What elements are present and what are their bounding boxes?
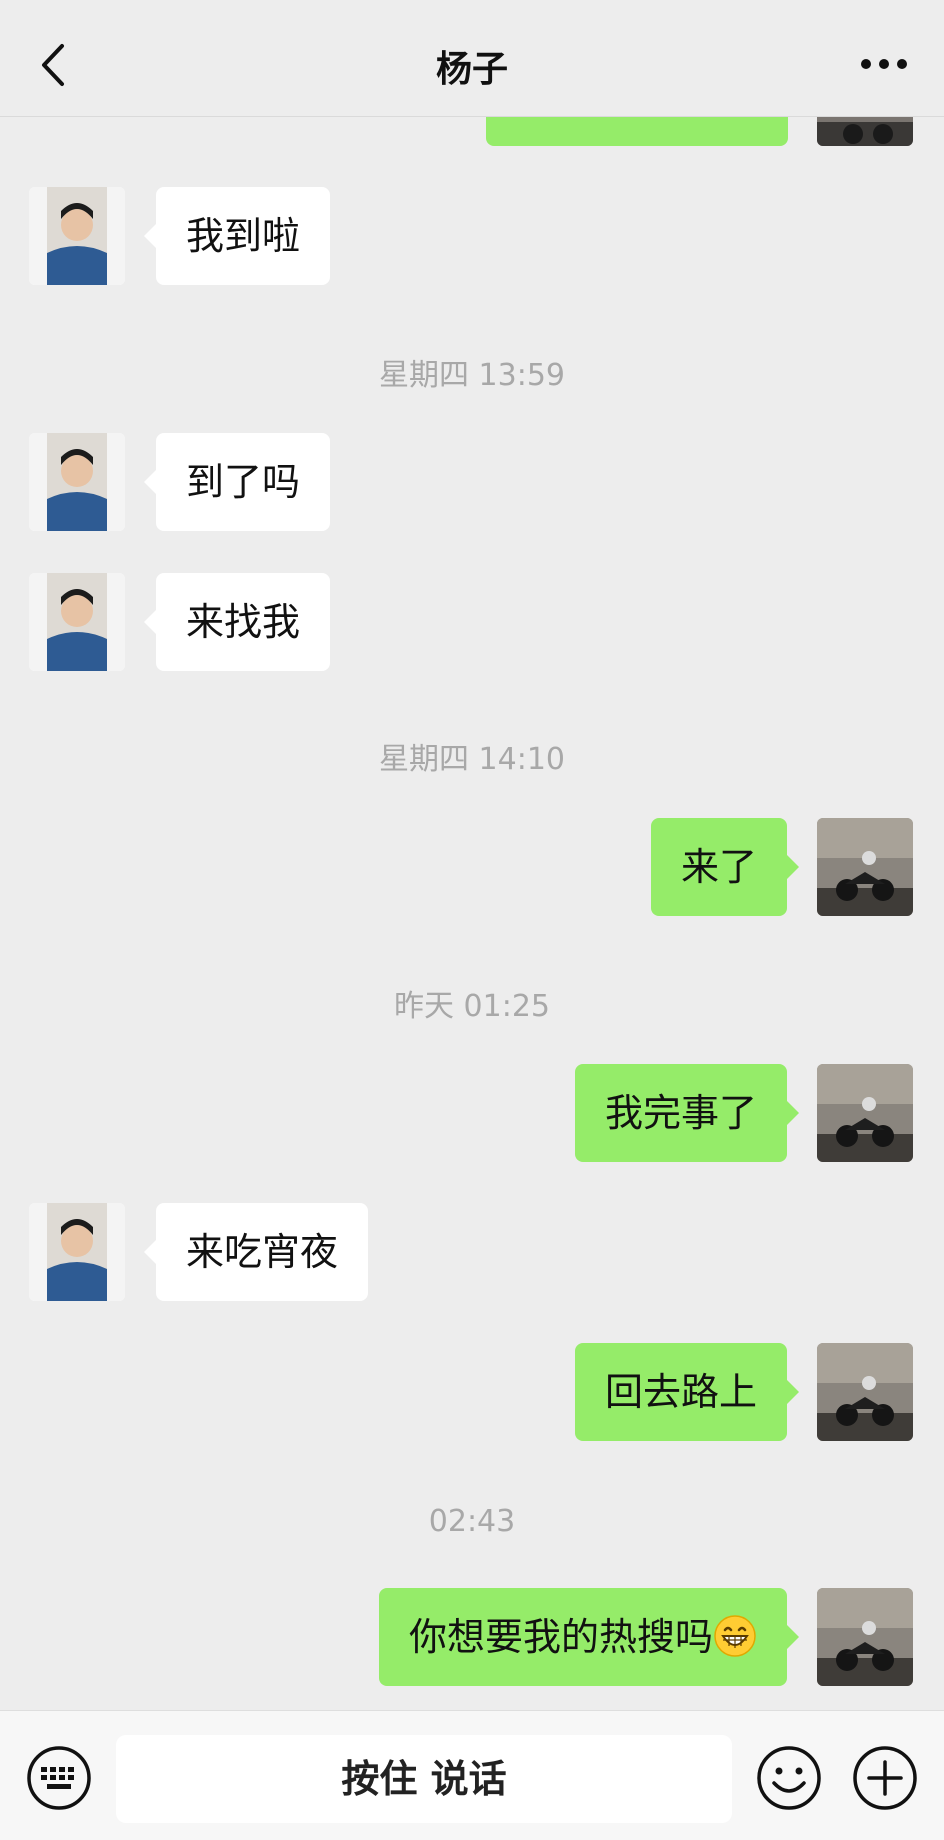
smiley-icon[interactable] (756, 1745, 822, 1811)
keyboard-icon[interactable] (26, 1745, 92, 1811)
avatar-self[interactable] (817, 1588, 913, 1686)
plus-icon[interactable] (852, 1745, 918, 1811)
timestamp: 02:43 (428, 1504, 516, 1539)
avatar-contact[interactable] (29, 573, 125, 671)
avatar-contact[interactable] (29, 433, 125, 531)
chat-screen: 杨子 我到啦 星期四 13:59 到了吗 来找我 星期四 14:10 来了 昨天… (0, 0, 944, 1840)
avatar-contact[interactable] (29, 1203, 125, 1301)
chat-bubble[interactable]: 回去路上 (574, 1343, 800, 1441)
avatar-self[interactable] (817, 818, 913, 916)
avatar-self[interactable] (817, 1343, 913, 1441)
chat-header: 杨子 (0, 0, 944, 117)
chat-bubble-text: 你想要我的热搜吗 (408, 1615, 713, 1659)
input-bar: 按住 说话 (0, 1710, 944, 1840)
more-dots-icon[interactable] (854, 52, 914, 76)
grinning-emoji-icon (713, 1596, 757, 1657)
timestamp: 昨天 01:25 (394, 989, 550, 1024)
chat-bubble[interactable]: 来吃宵夜 (143, 1203, 369, 1301)
timestamp: 星期四 14:10 (379, 742, 565, 777)
chat-bubble[interactable]: 你想要我的热搜吗 (378, 1588, 800, 1686)
timestamp: 星期四 13:59 (379, 358, 565, 393)
avatar-self[interactable] (817, 1064, 913, 1162)
chat-bubble[interactable]: 来找我 (143, 573, 331, 671)
page-title: 杨子 (435, 49, 508, 90)
chat-bubble[interactable]: 我到啦 (143, 187, 331, 285)
chat-bubble[interactable]: 到了吗 (143, 433, 331, 531)
chat-bubble[interactable]: 来了 (650, 818, 800, 916)
chat-bubble[interactable]: 我完事了 (574, 1064, 800, 1162)
avatar-contact[interactable] (29, 187, 125, 285)
hold-to-talk-button[interactable]: 按住 说话 (116, 1735, 732, 1823)
